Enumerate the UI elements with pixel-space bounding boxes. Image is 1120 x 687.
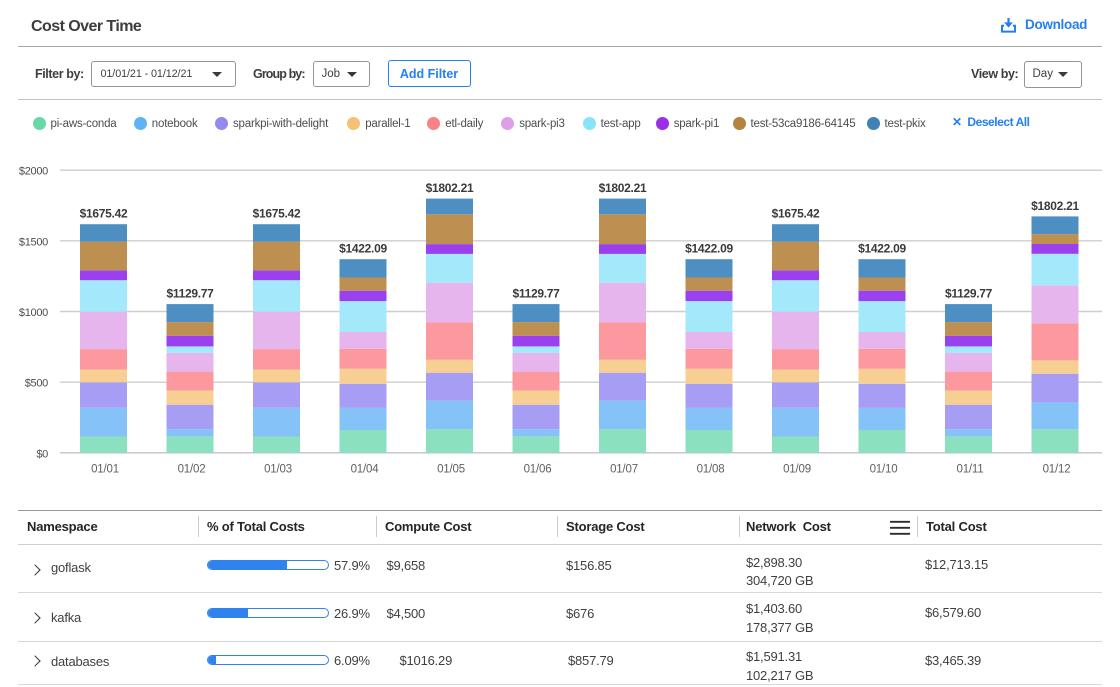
- svg-text:$1802.21: $1802.21: [1031, 199, 1079, 213]
- svg-text:01/01: 01/01: [91, 464, 119, 476]
- svg-text:01/04: 01/04: [351, 464, 380, 476]
- svg-text:01/05: 01/05: [437, 464, 465, 476]
- svg-text:$1500: $1500: [19, 236, 48, 248]
- svg-text:$1129.77: $1129.77: [945, 287, 993, 301]
- svg-text:$1675.42: $1675.42: [80, 207, 128, 221]
- svg-text:$500: $500: [25, 378, 48, 390]
- svg-text:01/02: 01/02: [178, 464, 206, 476]
- svg-text:$1675.42: $1675.42: [772, 207, 820, 221]
- svg-text:$1675.42: $1675.42: [253, 207, 301, 221]
- svg-text:$1000: $1000: [19, 307, 48, 319]
- svg-text:$1129.77: $1129.77: [513, 287, 561, 301]
- svg-text:01/06: 01/06: [524, 464, 552, 476]
- svg-text:01/11: 01/11: [957, 464, 984, 476]
- svg-text:01/08: 01/08: [697, 464, 725, 476]
- svg-text:01/12: 01/12: [1043, 464, 1071, 476]
- svg-text:01/09: 01/09: [783, 464, 811, 476]
- svg-text:$0: $0: [36, 448, 48, 460]
- svg-text:01/10: 01/10: [870, 464, 898, 476]
- svg-text:$2000: $2000: [19, 166, 48, 178]
- svg-text:01/03: 01/03: [264, 464, 292, 476]
- svg-text:$1129.77: $1129.77: [167, 287, 215, 301]
- svg-text:$1802.21: $1802.21: [599, 181, 647, 195]
- svg-text:01/07: 01/07: [610, 464, 638, 476]
- svg-text:$1422.09: $1422.09: [858, 242, 906, 256]
- svg-text:$1802.21: $1802.21: [426, 181, 474, 195]
- svg-text:$1422.09: $1422.09: [339, 242, 387, 256]
- svg-text:$1422.09: $1422.09: [685, 242, 733, 256]
